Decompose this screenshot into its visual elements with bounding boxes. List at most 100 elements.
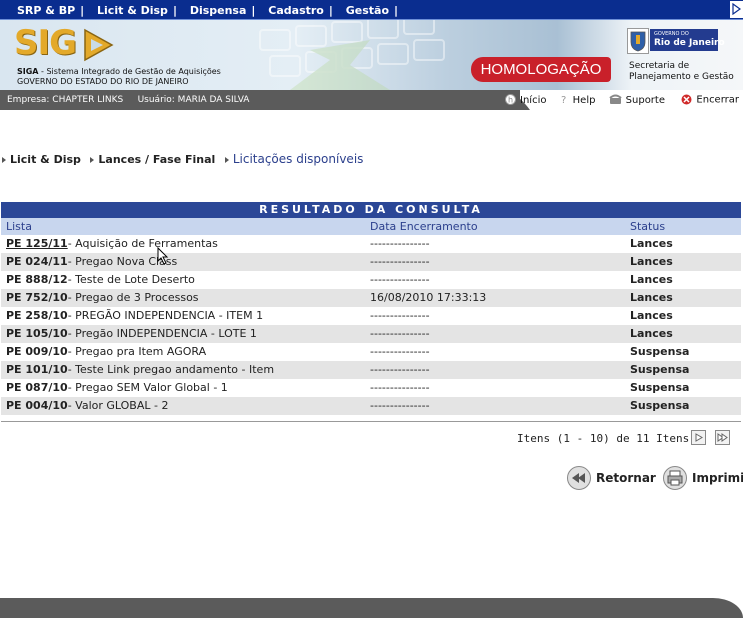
rewind-icon <box>567 466 591 490</box>
arrow-right-icon <box>224 157 229 163</box>
column-header-data: Data Encerramento <box>370 220 478 233</box>
status-value: Suspensa <box>630 363 690 376</box>
menu-item-licit-disp[interactable]: Licit & Disp <box>88 4 173 17</box>
close-icon <box>681 94 692 105</box>
table-row: PE 888/12 - Teste de Lote Deserto ------… <box>1 271 741 289</box>
data-encerramento: --------------- <box>370 381 430 394</box>
siga-logo: SIG <box>14 23 114 63</box>
status-value: Suspensa <box>630 345 690 358</box>
menu-scroll-right-button[interactable] <box>729 1 743 18</box>
imprimir-button[interactable]: Imprimir <box>663 466 743 490</box>
utility-links: h Início ? Help Suporte <box>505 94 675 106</box>
keyboard-background-image <box>259 20 445 90</box>
usuario-label: Usuário: MARIA DA SILVA <box>137 95 250 105</box>
table-row: PE 024/11 - Pregao Nova Class ----------… <box>1 253 741 271</box>
column-header-lista: Lista <box>6 220 32 233</box>
play-triangle-icon <box>84 28 114 62</box>
menu-item-srp-bp[interactable]: SRP & BP <box>8 4 80 17</box>
top-menu-bar: SRP & BP | Licit & Disp | Dispensa | Cadast… <box>0 0 743 20</box>
data-encerramento: --------------- <box>370 363 430 376</box>
next-page-button[interactable] <box>691 430 706 445</box>
table-row: PE 258/10 - PREGÃO INDEPENDENCIA - ITEM … <box>1 307 741 325</box>
secretaria-name: Secretaria de Planejamento e Gestão <box>629 61 734 82</box>
last-page-button[interactable] <box>715 430 730 445</box>
data-encerramento: 16/08/2010 17:33:13 <box>370 291 487 304</box>
status-value: Lances <box>630 309 673 322</box>
column-header-status: Status <box>630 220 666 233</box>
licitacao-link[interactable]: PE 258/10 - PREGÃO INDEPENDENCIA - ITEM … <box>6 307 263 325</box>
menu-separator: | <box>328 4 333 17</box>
menu-separator: | <box>172 4 177 17</box>
data-encerramento: --------------- <box>370 255 430 268</box>
breadcrumb-item-lances[interactable]: Lances / Fase Final <box>90 153 215 166</box>
status-value: Suspensa <box>630 381 690 394</box>
svg-text:h: h <box>508 96 513 105</box>
menu-separator: | <box>251 4 256 17</box>
data-encerramento: --------------- <box>370 309 430 322</box>
data-encerramento: --------------- <box>370 399 430 412</box>
licitacao-link[interactable]: PE 004/10 - Valor GLOBAL - 2 <box>6 397 168 415</box>
breadcrumb-item-licit-disp[interactable]: Licit & Disp <box>2 153 81 166</box>
printer-icon <box>663 466 687 490</box>
retornar-button[interactable]: Retornar <box>567 466 656 490</box>
table-bottom-divider <box>1 421 741 424</box>
footer-bar <box>0 598 743 618</box>
results-table: RESULTADO DA CONSULTA Lista Data Encerra… <box>1 202 741 424</box>
licitacao-link[interactable]: PE 024/11 - Pregao Nova Class <box>6 253 177 271</box>
inicio-link[interactable]: h Início <box>505 94 550 106</box>
table-row: PE 004/10 - Valor GLOBAL - 2 -----------… <box>1 397 741 415</box>
user-info-bar: Empresa: CHAPTER LINKS Usuário: MARIA DA… <box>0 90 743 110</box>
government-name: GOVERNO DO ESTADO DO RIO DE JANEIRO <box>17 77 189 86</box>
table-row: PE 101/10 - Teste Link pregao andamento … <box>1 361 741 379</box>
last-arrow-icon <box>717 433 728 442</box>
pagination-summary: Itens (1 - 10) de 11 Itens <box>517 432 690 445</box>
data-encerramento: --------------- <box>370 345 430 358</box>
menu-separator: | <box>394 4 399 17</box>
mouse-pointer-icon <box>157 247 169 265</box>
home-icon: h <box>505 94 516 105</box>
environment-badge: HOMOLOGAÇÃO <box>471 57 611 82</box>
status-value: Lances <box>630 237 673 250</box>
question-icon: ? <box>561 95 566 105</box>
licitacao-link[interactable]: PE 101/10 - Teste Link pregao andamento … <box>6 361 274 379</box>
table-row: PE 752/10 - Pregao de 3 Processos 16/08/… <box>1 289 741 307</box>
table-row: PE 105/10 - Pregão INDEPENDENCIA - LOTE … <box>1 325 741 343</box>
licitacao-link[interactable]: PE 105/10 - Pregão INDEPENDENCIA - LOTE … <box>6 325 257 343</box>
table-row: PE 087/10 - Pregao SEM Valor Global - 1 … <box>1 379 741 397</box>
breadcrumb: Licit & Disp Lances / Fase Final Licitaç… <box>2 152 369 166</box>
menu-item-gestao[interactable]: Gestão <box>337 4 394 17</box>
rio-de-janeiro-badge: GOVERNO DO Rio de Janeiro <box>650 29 725 51</box>
triangle-right-icon <box>732 3 741 15</box>
encerrar-link[interactable]: Encerrar <box>681 94 739 106</box>
menu-item-cadastro[interactable]: Cadastro <box>259 4 329 17</box>
session-info: Empresa: CHAPTER LINKS Usuário: MARIA DA… <box>7 95 249 105</box>
table-row: PE 009/10 - Pregao pra Item AGORA ------… <box>1 343 741 361</box>
licitacao-link[interactable]: PE 888/12 - Teste de Lote Deserto <box>6 271 195 289</box>
licitacao-link[interactable]: PE 009/10 - Pregao pra Item AGORA <box>6 343 206 361</box>
status-value: Lances <box>630 291 673 304</box>
status-value: Lances <box>630 327 673 340</box>
data-encerramento: --------------- <box>370 327 430 340</box>
help-link[interactable]: ? Help <box>560 95 599 106</box>
empresa-label: Empresa: CHAPTER LINKS <box>7 95 124 105</box>
state-crest-icon <box>627 28 649 54</box>
breadcrumb-current: Licitações disponíveis <box>224 152 363 166</box>
menu-item-dispensa[interactable]: Dispensa <box>181 4 252 17</box>
svg-text:?: ? <box>561 95 566 105</box>
system-name: SIGA - Sistema Integrado de Gestão de Aq… <box>17 67 221 76</box>
licitacao-link[interactable]: PE 125/11 - Aquisição de Ferramentas <box>6 235 218 253</box>
licitacao-link[interactable]: PE 087/10 - Pregao SEM Valor Global - 1 <box>6 379 228 397</box>
suporte-link[interactable]: Suporte <box>608 94 665 106</box>
status-value: Suspensa <box>630 399 690 412</box>
results-title: RESULTADO DA CONSULTA <box>1 202 741 218</box>
data-encerramento: --------------- <box>370 237 430 250</box>
header-banner: SIG SIGA - Sistema Integrado de Gestão d… <box>0 20 743 90</box>
status-value: Lances <box>630 255 673 268</box>
data-encerramento: --------------- <box>370 273 430 286</box>
siga-logo-text: SIG <box>14 23 77 63</box>
phone-icon <box>608 94 622 104</box>
licitacao-link[interactable]: PE 752/10 - Pregao de 3 Processos <box>6 289 199 307</box>
next-arrow-icon <box>695 433 703 442</box>
top-menu-items: SRP & BP | Licit & Disp | Dispensa | Cadast… <box>8 4 398 17</box>
table-header-row: Lista Data Encerramento Status <box>1 218 741 235</box>
